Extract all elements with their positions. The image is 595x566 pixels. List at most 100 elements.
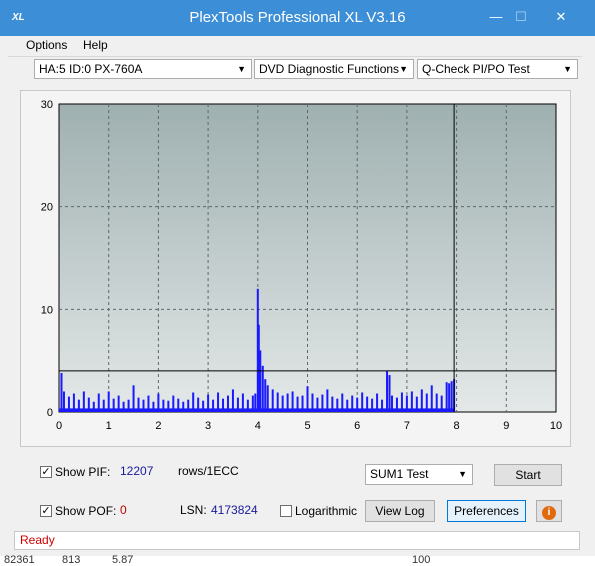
pi-bar [405,395,408,412]
pi-bar [316,397,319,412]
pi-bar [157,393,160,412]
maximize-icon[interactable]: ☐ [501,6,541,28]
pi-bar [82,391,85,412]
pi-bar [346,399,349,412]
x-tick-label: 5 [304,420,310,432]
pi-bar [142,399,145,412]
pi-bar [450,381,453,412]
x-tick-label: 0 [56,420,62,432]
pi-bar [420,389,423,412]
drive-select-value: HA:5 ID:0 PX-760A [39,62,143,76]
bg-value-b: 813 [62,554,81,566]
chart-panel: 0 1 2 3 4 5 6 7 8 9 10 0 10 20 30 [20,90,571,447]
pi-bar [217,392,220,412]
bg-value-d: 100 [412,554,431,566]
sum-test-select-value: SUM1 Test [370,467,429,481]
menu-bar: Options Help [8,36,582,56]
x-tick-label: 10 [550,420,562,432]
bg-value-c: 5.87 [112,554,134,566]
pi-bar [301,395,304,412]
logarithmic-label: Logarithmic [295,504,358,518]
pi-bar [321,394,324,412]
pi-bar [127,399,130,412]
test-select-value: Q-Check PI/PO Test [422,62,530,76]
pi-bar [356,397,359,412]
pi-bar [122,401,125,412]
pi-bar [435,393,438,412]
pi-bar [425,393,428,412]
pi-bar [306,386,309,412]
pi-bar [361,392,364,412]
pi-bar [102,399,105,412]
pi-bar [311,393,314,412]
pi-bar [410,391,413,412]
pi-bar [286,393,289,412]
background-window-strip: 82361 813 5.87 100 [0,554,595,566]
start-button[interactable]: Start [494,464,562,486]
pi-bar [162,399,165,412]
controls-panel: ✓ Show PIF: 12207 rows/1ECC SUM1 Test ▼ … [8,452,582,528]
function-select-value: DVD Diagnostic Functions [259,62,400,76]
show-pif-checkbox[interactable]: ✓ [40,466,52,478]
pi-bar [445,382,448,412]
pi-bar [87,397,90,412]
pi-bar [167,400,170,412]
chevron-down-icon: ▼ [237,64,246,74]
pi-bar [254,393,257,412]
view-log-button[interactable]: View Log [365,500,435,522]
y-tick-label: 20 [41,202,53,214]
y-tick-label: 30 [41,99,53,111]
pi-bar [226,395,229,412]
x-tick-label: 9 [503,420,509,432]
pi-bar [187,399,190,412]
pi-bar [152,401,155,412]
pi-bar [291,391,294,412]
x-tick-label: 6 [354,420,360,432]
pi-bar [261,365,264,412]
info-button[interactable]: i [536,500,562,522]
drive-select[interactable]: HA:5 ID:0 PX-760A ▼ [34,59,252,79]
pi-bar [376,393,379,412]
function-select[interactable]: DVD Diagnostic Functions ▼ [254,59,414,79]
pi-bar [266,385,269,412]
pi-bar [390,395,393,412]
chevron-down-icon: ▼ [458,469,467,479]
status-bar: Ready [14,531,580,550]
pi-bar [182,401,185,412]
pi-bar [276,392,279,412]
pi-bar [366,396,369,412]
title-bar: XL PlexTools Professional XL V3.16 — ☐ ✕ [0,0,595,36]
pi-bar [271,389,274,412]
x-tick-label: 8 [454,420,460,432]
pi-bar [62,391,65,412]
test-select[interactable]: Q-Check PI/PO Test ▼ [417,59,578,79]
menu-help[interactable]: Help [83,38,108,52]
sum-test-select[interactable]: SUM1 Test ▼ [365,464,473,485]
toolbar: HA:5 ID:0 PX-760A ▼ DVD Diagnostic Funct… [8,56,582,83]
pi-bar [326,389,329,412]
show-poe-checkbox[interactable]: ✓ [40,505,52,517]
menu-options[interactable]: Options [26,38,67,52]
pi-bar [117,395,120,412]
pi-bar [67,396,70,412]
pi-bar [341,393,344,412]
lsn-label: LSN: [180,503,207,517]
close-icon[interactable]: ✕ [541,6,581,28]
logarithmic-checkbox[interactable] [280,505,292,517]
pi-bar [331,396,334,412]
show-poe-label: Show POF: [55,504,117,518]
pi-bar [388,375,391,412]
pi-bar [212,399,215,412]
poe-value: 0 [120,503,127,517]
chevron-down-icon: ▼ [399,64,408,74]
x-tick-label: 2 [155,420,161,432]
preferences-button[interactable]: Preferences [447,500,526,522]
show-pif-label: Show PIF: [55,465,111,479]
pi-bar [97,393,100,412]
pi-bar [381,399,384,412]
chevron-down-icon: ▼ [563,64,572,74]
y-tick-label: 0 [47,407,53,419]
pi-bar [430,385,433,412]
pi-bar [137,397,140,412]
pi-bar [336,398,339,412]
